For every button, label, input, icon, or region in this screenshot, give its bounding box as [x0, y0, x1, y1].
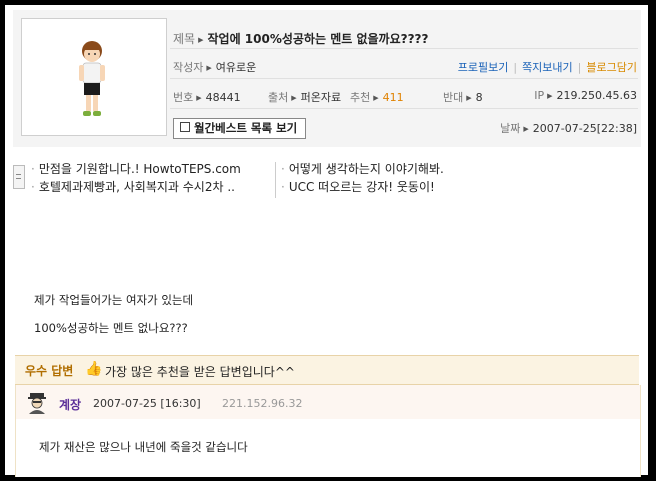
num-label: 번호 — [173, 91, 194, 104]
divider — [275, 162, 276, 198]
post-date: 2007-07-25[22:38] — [532, 122, 637, 135]
source-label: 출처 — [268, 91, 289, 104]
arrow-icon: ▶ — [373, 94, 379, 102]
arrow-icon: ▶ — [466, 94, 472, 102]
arrow-icon: ▶ — [547, 92, 553, 100]
related-item[interactable]: · UCC 떠오르는 강자! 웃동이! — [281, 178, 444, 196]
answerer-icon — [28, 393, 46, 414]
arrow-icon: ▶ — [523, 125, 529, 133]
author-label: 작성자 — [173, 61, 204, 74]
oppose-count: 8 — [475, 91, 483, 104]
thumbs-up-icon: 👍 — [85, 361, 103, 377]
answer-ip: 221.152.96.32 — [222, 397, 303, 410]
divider — [170, 108, 638, 109]
post-body-line: 100%성공하는 멘트 없나요??? — [34, 321, 188, 335]
answer-text: 제가 재산은 많으나 내년에 죽을것 같습니다 — [39, 440, 248, 454]
post-source: 퍼온자료 — [300, 91, 342, 104]
ip-row: IP ▶ 219.250.45.63 — [534, 89, 637, 102]
arrow-icon: ▶ — [206, 64, 212, 72]
post-header: 제목 ▶ 작업에 100%성공하는 멘트 없을까요???? 작성자 ▶ 여유로운 프로필… — [13, 10, 641, 147]
divider: | — [577, 61, 582, 74]
recommend-count: 411 — [382, 91, 404, 104]
divider: | — [513, 61, 518, 74]
author-row: 작성자 ▶ 여유로운 — [173, 59, 256, 75]
monthly-best-label: 월간베스트 목록 보기 — [194, 121, 298, 135]
avatar-box — [21, 18, 167, 136]
arrow-icon: ▶ — [198, 36, 204, 44]
best-answer-message: 가장 많은 추천을 받은 답변입니다^^ — [105, 365, 295, 379]
meta-row: 번호 ▶ 48441 출처 ▶ 퍼온자료 추천 ▶ 411 반대 ▶ 8 — [173, 89, 483, 105]
related-list-left: · 만점을 기원합니다.! HowtoTEPS.com · 호텔제과제빵과, 사회복… — [31, 160, 241, 196]
post-body-line: 제가 작업들어가는 여자가 있는데 — [34, 293, 194, 307]
title-label: 제목 — [173, 32, 196, 46]
related-scroll-handle[interactable] — [13, 165, 25, 189]
oppose-label: 반대 — [443, 91, 464, 104]
related-item[interactable]: · 호텔제과제빵과, 사회복지과 수시2차 .. — [31, 178, 241, 196]
post-number: 48441 — [205, 91, 241, 104]
related-item[interactable]: · 어떻게 생각하는지 이야기해봐. — [281, 160, 444, 178]
avatar — [79, 41, 105, 116]
answerer-name[interactable]: 계장 — [59, 396, 81, 413]
blog-link[interactable]: 블로그담기 — [586, 61, 637, 74]
bullet-icon: · — [31, 180, 35, 194]
related-item-label: 만점을 기원합니다.! HowtoTEPS.com — [38, 162, 241, 176]
answer-header: 계장 2007-07-25 [16:30] 221.152.96.32 — [16, 385, 640, 419]
best-answer-tag: 우수 답변 — [25, 364, 74, 378]
profile-link[interactable]: 프로필보기 — [458, 61, 509, 74]
monthly-best-button[interactable]: 월간베스트 목록 보기 — [173, 118, 307, 139]
divider — [170, 48, 638, 49]
user-links: 프로필보기 | 쪽지보내기 | 블로그담기 — [458, 59, 637, 75]
answer-date: 2007-07-25 [16:30] — [93, 397, 201, 410]
divider — [170, 78, 638, 79]
related-item[interactable]: · 만점을 기원합니다.! HowtoTEPS.com — [31, 160, 241, 178]
related-item-label: 호텔제과제빵과, 사회복지과 수시2차 .. — [38, 180, 235, 194]
arrow-icon: ▶ — [196, 94, 202, 102]
related-list-right: · 어떻게 생각하는지 이야기해봐. · UCC 떠오르는 강자! 웃동이! — [281, 160, 444, 196]
list-icon — [180, 122, 190, 132]
date-row: 날짜 ▶ 2007-07-25[22:38] — [500, 120, 637, 136]
best-answer: 계장 2007-07-25 [16:30] 221.152.96.32 제가 재… — [15, 385, 641, 477]
related-item-label: 어떻게 생각하는지 이야기해봐. — [288, 162, 444, 176]
bullet-icon: · — [281, 180, 285, 194]
best-answer-bar: 우수 답변 👍 가장 많은 추천을 받은 답변입니다^^ — [15, 355, 639, 385]
recommend-label: 추천 — [350, 91, 371, 104]
page: 제목 ▶ 작업에 100%성공하는 멘트 없을까요???? 작성자 ▶ 여유로운 프로필… — [5, 5, 648, 477]
post-ip: 219.250.45.63 — [556, 89, 637, 102]
post-title: 작업에 100%성공하는 멘트 없을까요???? — [207, 32, 429, 46]
related-item-label: UCC 떠오르는 강자! 웃동이! — [288, 180, 435, 194]
author-name[interactable]: 여유로운 — [216, 61, 256, 74]
message-link[interactable]: 쪽지보내기 — [522, 61, 573, 74]
bullet-icon: · — [281, 162, 285, 176]
ip-label: IP — [534, 89, 545, 102]
date-label: 날짜 — [500, 122, 521, 135]
arrow-icon: ▶ — [291, 94, 297, 102]
title-row: 제목 ▶ 작업에 100%성공하는 멘트 없을까요???? — [173, 30, 428, 47]
bullet-icon: · — [31, 162, 35, 176]
